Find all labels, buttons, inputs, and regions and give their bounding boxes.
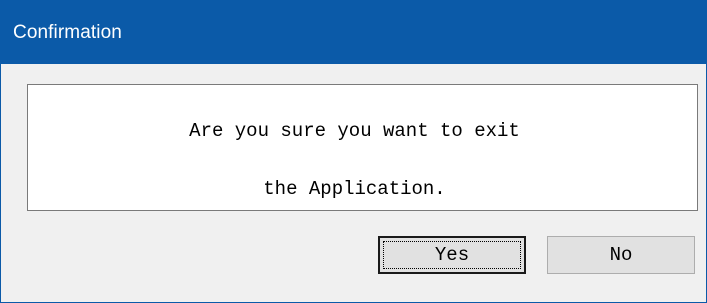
no-button-label: No [609, 244, 633, 266]
window-title: Confirmation [13, 22, 122, 43]
no-button[interactable]: No [547, 236, 695, 274]
message-line-2: the Application. [263, 178, 446, 200]
yes-button-label: Yes [434, 244, 470, 266]
title-bar[interactable]: Confirmation [1, 1, 706, 64]
message-panel: Are you sure you want to exit the Applic… [27, 84, 698, 211]
yes-button[interactable]: Yes [378, 236, 526, 274]
message-line-1: Are you sure you want to exit [189, 120, 520, 142]
confirmation-dialog: Confirmation Are you sure you want to ex… [0, 0, 707, 303]
